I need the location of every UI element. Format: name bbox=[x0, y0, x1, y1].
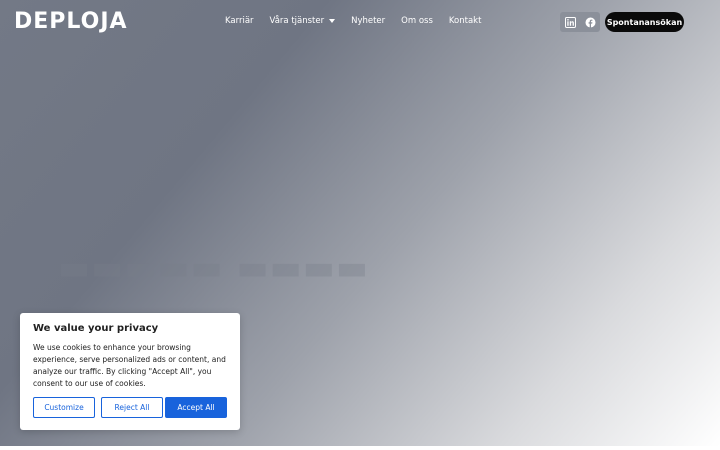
nav-item-label: Karriär bbox=[225, 16, 254, 26]
accept-all-button[interactable]: Accept All bbox=[165, 397, 227, 418]
cookie-consent-banner: We value your privacy We use cookies to … bbox=[20, 313, 240, 430]
social-links bbox=[560, 12, 600, 32]
nav-item-kontakt[interactable]: Kontakt bbox=[449, 16, 482, 26]
site-logo[interactable]: DEPLOJA bbox=[14, 10, 128, 34]
nav-item-om-oss[interactable]: Om oss bbox=[401, 16, 433, 26]
hero-faded-heading: ▬▬▬▬▬ ▬▬▬▬ bbox=[58, 248, 369, 288]
nav-item-label: Våra tjänster bbox=[269, 16, 325, 26]
cookie-banner-text: We use cookies to enhance your browsing … bbox=[33, 343, 226, 388]
site-header: DEPLOJA Karriär Våra tjänster Nyheter Om… bbox=[0, 0, 720, 44]
nav-item-karriar[interactable]: Karriär bbox=[225, 16, 254, 26]
facebook-icon[interactable] bbox=[584, 16, 596, 28]
page-bottom-edge bbox=[0, 446, 720, 450]
customize-button[interactable]: Customize bbox=[33, 397, 95, 418]
nav-item-nyheter[interactable]: Nyheter bbox=[351, 16, 385, 26]
spontaneous-application-button[interactable]: Spontanansökan bbox=[605, 12, 684, 32]
cookie-banner-title: We value your privacy bbox=[33, 323, 159, 334]
nav-item-label: Nyheter bbox=[351, 16, 386, 26]
main-nav: Karriär Våra tjänster Nyheter Om oss Kon… bbox=[225, 16, 497, 26]
nav-item-label: Kontakt bbox=[448, 16, 482, 26]
nav-item-label: Om oss bbox=[401, 16, 433, 26]
reject-all-button[interactable]: Reject All bbox=[101, 397, 163, 418]
nav-item-vara-tjanster[interactable]: Våra tjänster bbox=[270, 16, 336, 26]
linkedin-icon[interactable] bbox=[564, 16, 576, 28]
caret-down-icon bbox=[329, 19, 336, 23]
